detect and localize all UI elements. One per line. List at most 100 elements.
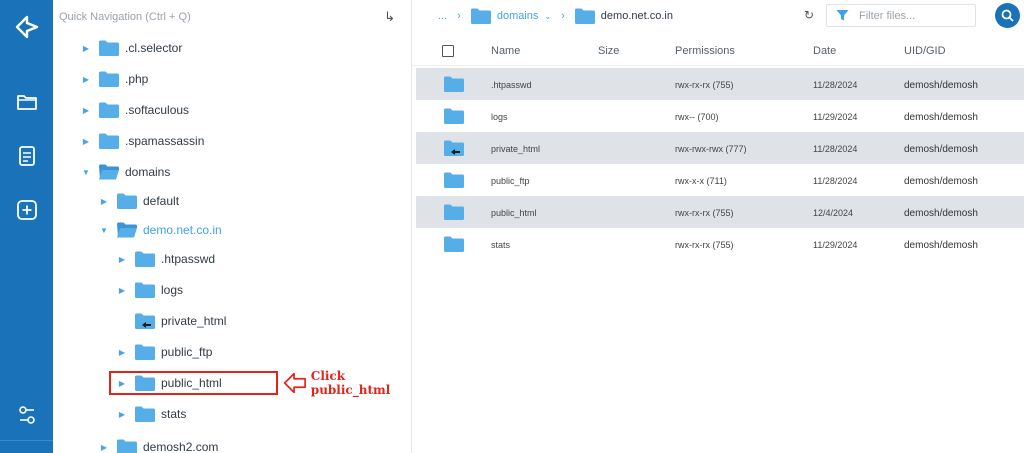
column-date[interactable]: Date	[813, 45, 836, 57]
chevron-right-icon: ›	[561, 10, 565, 22]
expand-arrow-icon[interactable]: ▶	[117, 286, 127, 295]
folder-icon	[444, 108, 464, 124]
folder-icon	[99, 102, 119, 118]
tree-item-domains[interactable]: ▼ domains	[81, 161, 170, 183]
tree-item-label: public_ftp	[161, 345, 213, 359]
folder-icon	[135, 344, 155, 360]
expand-arrow-icon[interactable]: ▶	[117, 348, 127, 357]
expand-arrow-icon[interactable]: ▶	[81, 44, 91, 53]
cell-name[interactable]: .htpasswd	[491, 80, 532, 90]
expand-arrow-icon[interactable]: ▶	[81, 106, 91, 115]
table-row[interactable]: .htpasswd rwx-rx-rx (755) 11/28/2024 dem…	[416, 68, 1024, 100]
breadcrumb-ellipsis[interactable]: ...	[438, 10, 447, 22]
expand-arrow-icon[interactable]: ▶	[81, 75, 91, 84]
folder-icon	[135, 406, 155, 422]
folder-icon	[444, 236, 464, 252]
breadcrumb-parent[interactable]: domains ⌄	[471, 8, 551, 24]
tree-item-label: .htpasswd	[161, 252, 216, 266]
file-manager-app: Quick Navigation (Ctrl + Q) ↳ ▶ .cl.sele…	[0, 0, 1024, 453]
table-row[interactable]: public_html rwx-rx-rx (755) 12/4/2024 de…	[416, 196, 1024, 228]
tree-item-label: .softaculous	[125, 103, 190, 117]
tree-item-label: stats	[161, 407, 187, 421]
column-uid-gid[interactable]: UID/GID	[904, 45, 946, 57]
folder-icon	[444, 172, 464, 188]
search-icon	[1001, 9, 1014, 22]
cell-permissions: rwx-rx-rx (755)	[675, 80, 734, 90]
search-button[interactable]	[995, 3, 1020, 28]
tree-item[interactable]: ▶ .softaculous	[81, 99, 189, 121]
folder-link-icon	[444, 140, 464, 156]
tree-item[interactable]: ▶ public_ftp	[117, 341, 212, 363]
expand-arrow-icon[interactable]: ▶	[81, 137, 91, 146]
column-size[interactable]: Size	[598, 45, 619, 57]
cell-date: 12/4/2024	[813, 208, 854, 218]
settings-sliders-icon[interactable]	[16, 404, 38, 426]
tree-item[interactable]: ▶ default	[99, 190, 179, 212]
cell-uid-gid: demosh/demosh	[904, 112, 978, 123]
enter-arrow-icon[interactable]: ↳	[384, 9, 395, 25]
cell-name[interactable]: public_html	[491, 208, 537, 218]
cell-uid-gid: demosh/demosh	[904, 144, 978, 155]
tree-item[interactable]: ▶ demosh2.com	[99, 436, 218, 453]
breadcrumb-parent-label: domains	[496, 10, 539, 22]
folder-open-icon	[99, 164, 119, 180]
cell-date: 11/28/2024	[813, 144, 858, 154]
tree-item[interactable]: ▶ .htpasswd	[117, 248, 215, 270]
tree-item-current-domain[interactable]: ▼ demo.net.co.in	[99, 219, 222, 241]
filter-input[interactable]: Filter files...	[826, 4, 976, 27]
tree-item-label: logs	[161, 283, 184, 297]
tree-item[interactable]: ▶ logs	[117, 279, 183, 301]
annotation-callout: Click public_html	[283, 368, 411, 398]
folder-tree-panel: Quick Navigation (Ctrl + Q) ↳ ▶ .cl.sele…	[53, 0, 412, 453]
tree-item[interactable]: ▶ stats	[117, 403, 186, 425]
select-all-checkbox[interactable]	[442, 45, 454, 57]
add-square-icon[interactable]	[16, 199, 38, 221]
rail-divider	[0, 440, 53, 441]
refresh-icon[interactable]: ↻	[804, 8, 814, 22]
collapse-arrow-icon[interactable]: ▼	[99, 226, 109, 235]
cell-permissions: rwx-rx-rx (755)	[675, 240, 734, 250]
tree-item[interactable]: private_html	[117, 310, 226, 332]
column-permissions[interactable]: Permissions	[675, 45, 735, 57]
cell-name[interactable]: private_html	[491, 144, 540, 154]
collapse-arrow-icon[interactable]: ▼	[81, 168, 91, 177]
cell-permissions: rwx-rwx-rwx (777)	[675, 144, 747, 154]
expand-arrow-icon[interactable]: ▶	[99, 197, 109, 206]
tree-item-label: default	[143, 194, 180, 208]
table-row[interactable]: logs rwx-- (700) 11/29/2024 demosh/demos…	[416, 100, 1024, 132]
cell-permissions: rwx-rx-rx (755)	[675, 208, 734, 218]
document-icon[interactable]	[16, 145, 38, 167]
logo-icon[interactable]	[14, 14, 40, 40]
quick-navigation-input[interactable]: Quick Navigation (Ctrl + Q) ↳	[59, 8, 399, 28]
cell-uid-gid: demosh/demosh	[904, 208, 978, 219]
cell-name[interactable]: logs	[491, 112, 508, 122]
expand-arrow-icon[interactable]: ▶	[99, 443, 109, 452]
tree-item-label: .spamassassin	[125, 134, 205, 148]
tree-item-label: demosh2.com	[143, 440, 219, 453]
filter-funnel-icon	[836, 10, 849, 21]
table-row[interactable]: stats rwx-rx-rx (755) 11/29/2024 demosh/…	[416, 228, 1024, 260]
cell-date: 11/29/2024	[813, 112, 858, 122]
annotation-text: Click public_html	[310, 369, 391, 397]
chevron-right-icon: ›	[457, 10, 461, 22]
table-header: Name Size Permissions Date UID/GID	[412, 34, 1024, 66]
chevron-down-icon[interactable]: ⌄	[544, 12, 551, 21]
table-row[interactable]: public_ftp rwx-x-x (711) 11/28/2024 demo…	[416, 164, 1024, 196]
folder-icon	[99, 40, 119, 56]
column-name[interactable]: Name	[491, 45, 520, 57]
cell-name[interactable]: stats	[491, 240, 510, 250]
expand-arrow-icon[interactable]: ▶	[117, 255, 127, 264]
folder-icon	[99, 71, 119, 87]
cell-date: 11/29/2024	[813, 240, 858, 250]
tree-item[interactable]: ▶ .cl.selector	[81, 37, 182, 59]
cell-name[interactable]: public_ftp	[491, 176, 530, 186]
breadcrumb-current-label: demo.net.co.in	[600, 10, 673, 22]
folder-icon[interactable]	[16, 91, 38, 113]
cell-uid-gid: demosh/demosh	[904, 240, 978, 251]
expand-arrow-icon[interactable]: ▶	[117, 410, 127, 419]
folder-icon	[135, 251, 155, 267]
tree-item[interactable]: ▶ .spamassassin	[81, 130, 204, 152]
tree-item[interactable]: ▶ .php	[81, 68, 148, 90]
folder-icon	[117, 439, 137, 453]
table-row[interactable]: private_html rwx-rwx-rwx (777) 11/28/202…	[416, 132, 1024, 164]
